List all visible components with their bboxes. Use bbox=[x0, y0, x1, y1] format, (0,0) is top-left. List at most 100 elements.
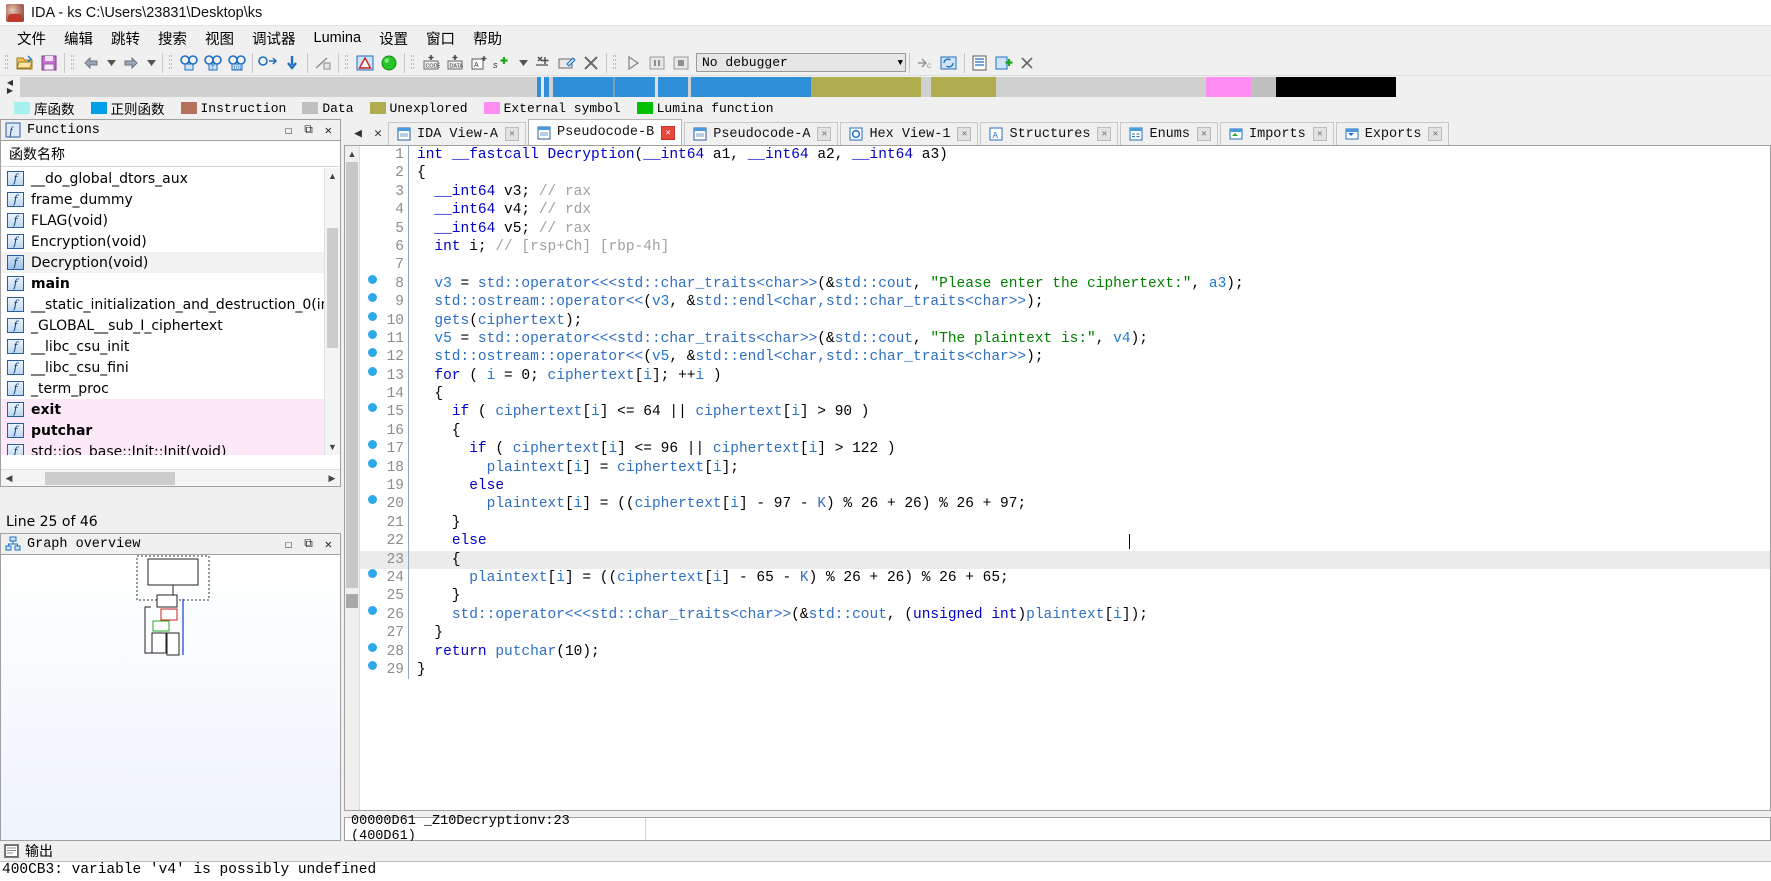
tab-pseudocode-b[interactable]: Pseudocode-B ✕ bbox=[528, 119, 683, 145]
maximize-icon[interactable]: ☐ bbox=[285, 537, 292, 552]
menu-item-settings[interactable]: 设置 bbox=[370, 26, 417, 51]
code-text[interactable]: int i; // [rsp+Ch] [rbp-4h] bbox=[417, 238, 1770, 256]
code-line[interactable]: 5 __int64 v5; // rax bbox=[360, 219, 1770, 238]
code-text[interactable]: else bbox=[417, 477, 1770, 495]
code-text[interactable]: std::ostream::operator<<(v3, &std::endl<… bbox=[417, 293, 1770, 311]
code-lines[interactable]: 1 int __fastcall Decryption(__int64 a1, _… bbox=[360, 146, 1770, 810]
search-text-icon[interactable]: T bbox=[201, 52, 225, 74]
tab-ida-view-a[interactable]: IDA View-A ✕ bbox=[388, 122, 527, 145]
code-line[interactable]: 16 { bbox=[360, 421, 1770, 441]
close-icon[interactable]: ✕ bbox=[1097, 127, 1112, 141]
save-icon[interactable] bbox=[37, 52, 61, 74]
navigator-segment[interactable] bbox=[691, 77, 811, 97]
code-text[interactable]: if ( ciphertext[i] <= 96 || ciphertext[i… bbox=[417, 440, 1770, 458]
menu-item-window[interactable]: 窗口 bbox=[417, 26, 464, 51]
navigator-strip[interactable] bbox=[20, 77, 1771, 97]
add-breakpoint-icon[interactable] bbox=[992, 52, 1016, 74]
code-text[interactable]: int __fastcall Decryption(__int64 a1, __… bbox=[417, 146, 1770, 164]
list-item[interactable]: f __libc_csu_init bbox=[1, 336, 324, 357]
code-text[interactable]: } bbox=[417, 514, 1770, 532]
list-item[interactable]: f putchar bbox=[1, 420, 324, 441]
list-item[interactable]: f main bbox=[1, 273, 324, 294]
breakpoint-dot-icon[interactable] bbox=[360, 458, 384, 468]
code-vertical-scrollbar[interactable]: ▲ bbox=[345, 146, 360, 810]
toolbar-grip[interactable] bbox=[344, 52, 351, 73]
code-text[interactable]: else bbox=[417, 532, 1770, 550]
code-line[interactable]: 6 int i; // [rsp+Ch] [rbp-4h] bbox=[360, 237, 1770, 257]
code-line[interactable]: 12 std::ostream::operator<<(v5, &std::en… bbox=[360, 348, 1770, 367]
navigator-arrows[interactable]: ◀ ▶ bbox=[0, 76, 20, 98]
menu-item-edit[interactable]: 编辑 bbox=[55, 26, 102, 51]
breakpoint-dot-icon[interactable] bbox=[360, 440, 384, 450]
code-text[interactable]: plaintext[i] = ((ciphertext[i] - 65 - K)… bbox=[417, 569, 1770, 587]
tab-hex-view-1[interactable]: Hex View-1 ✕ bbox=[840, 122, 979, 145]
breakpoint-dot-icon[interactable] bbox=[360, 366, 384, 376]
code-text[interactable]: } bbox=[417, 624, 1770, 642]
code-line[interactable]: 2{ bbox=[360, 164, 1770, 183]
refresh-sync-icon[interactable] bbox=[937, 52, 961, 74]
code-text[interactable]: v5 = std::operator<<<std::char_traits<ch… bbox=[417, 330, 1770, 348]
breakpoint-dot-icon[interactable] bbox=[360, 605, 384, 615]
navigator-segment[interactable] bbox=[1276, 77, 1396, 97]
menu-item-search[interactable]: 搜索 bbox=[149, 26, 196, 51]
scrollbar-thumb[interactable] bbox=[346, 162, 358, 588]
code-line[interactable]: 17 if ( ciphertext[i] <= 96 || ciphertex… bbox=[360, 440, 1770, 459]
code-line[interactable]: 8 v3 = std::operator<<<std::char_traits<… bbox=[360, 274, 1770, 294]
toolbar-grip[interactable] bbox=[410, 52, 417, 73]
navigator-segment[interactable] bbox=[1251, 77, 1276, 97]
toolbar-grip[interactable] bbox=[70, 52, 77, 73]
navigate-back-dropdown-icon[interactable] bbox=[103, 52, 119, 74]
graph-overview-canvas[interactable] bbox=[0, 554, 341, 841]
code-line[interactable]: 4 __int64 v4; // rdx bbox=[360, 201, 1770, 220]
scrollbar-thumb-secondary[interactable] bbox=[346, 594, 358, 608]
code-text[interactable]: std::operator<<<std::char_traits<char>>(… bbox=[417, 606, 1770, 624]
scroll-left-arrow-icon[interactable]: ◀ bbox=[1, 473, 17, 484]
breakpoint-list-icon[interactable] bbox=[968, 52, 992, 74]
scroll-up-arrow-icon[interactable]: ▲ bbox=[325, 168, 340, 184]
close-icon[interactable]: ✕ bbox=[1312, 127, 1327, 141]
navigator-segment[interactable] bbox=[931, 77, 996, 97]
breakpoint-dot-icon[interactable] bbox=[360, 642, 384, 652]
debugger-select[interactable]: No debugger ▼ bbox=[696, 53, 906, 72]
menu-item-debugger[interactable]: 调试器 bbox=[243, 26, 305, 51]
code-line[interactable]: 7 bbox=[360, 256, 1770, 275]
code-line[interactable]: 11 v5 = std::operator<<<std::char_traits… bbox=[360, 329, 1770, 349]
code-line[interactable]: 24 plaintext[i] = ((ciphertext[i] - 65 -… bbox=[360, 568, 1770, 588]
make-ascii-icon[interactable]: A bbox=[467, 52, 491, 74]
code-text[interactable]: __int64 v5; // rax bbox=[417, 220, 1770, 238]
code-line[interactable]: 1 int __fastcall Decryption(__int64 a1, _… bbox=[360, 146, 1770, 165]
debugger-stop-icon[interactable] bbox=[669, 52, 693, 74]
navigator-segment[interactable] bbox=[996, 77, 1206, 97]
list-item[interactable]: f __static_initialization_and_destruction… bbox=[1, 294, 324, 315]
list-item[interactable]: f std::ios_base::Init::Init(void) bbox=[1, 441, 324, 455]
code-line[interactable]: 28 return putchar(10); bbox=[360, 642, 1770, 661]
maximize-icon[interactable]: ☐ bbox=[285, 123, 292, 138]
code-line[interactable]: 23 { bbox=[360, 550, 1770, 569]
code-text[interactable]: { bbox=[417, 551, 1770, 569]
code-line[interactable]: 9 std::ostream::operator<<(v3, &std::end… bbox=[360, 293, 1770, 312]
list-item[interactable]: f Encryption(void) bbox=[1, 231, 324, 252]
code-line[interactable]: 25 } bbox=[360, 587, 1770, 606]
list-item[interactable]: f frame_dummy bbox=[1, 189, 324, 210]
list-item[interactable]: f __libc_csu_fini bbox=[1, 357, 324, 378]
tab-pseudocode-a[interactable]: Pseudocode-A ✕ bbox=[684, 122, 839, 145]
code-line[interactable]: 29} bbox=[360, 660, 1770, 680]
delete-breakpoint-icon[interactable] bbox=[1016, 52, 1040, 74]
scroll-up-arrow-icon[interactable]: ▲ bbox=[345, 146, 359, 161]
menu-item-view[interactable]: 视图 bbox=[196, 26, 243, 51]
navigator-segment[interactable] bbox=[20, 77, 537, 97]
breakpoint-dot-icon[interactable] bbox=[360, 660, 384, 670]
breakpoint-dot-icon[interactable] bbox=[360, 348, 384, 358]
close-icon[interactable]: ✕ bbox=[325, 123, 332, 138]
code-text[interactable]: { bbox=[417, 164, 1770, 182]
close-icon[interactable]: ✕ bbox=[1197, 127, 1211, 141]
navigate-back-icon[interactable] bbox=[79, 52, 103, 74]
navigator-segment[interactable] bbox=[811, 77, 921, 97]
code-line[interactable]: 15 if ( ciphertext[i] <= 64 || ciphertex… bbox=[360, 403, 1770, 422]
tab-imports[interactable]: Imports ✕ bbox=[1220, 122, 1334, 145]
toolbar-grip[interactable] bbox=[168, 52, 175, 73]
delete-function-icon[interactable] bbox=[579, 52, 603, 74]
make-struct-dropdown-icon[interactable] bbox=[515, 52, 531, 74]
code-text[interactable]: for ( i = 0; ciphertext[i]; ++i ) bbox=[417, 367, 1770, 385]
navigator-segment[interactable] bbox=[658, 77, 688, 97]
